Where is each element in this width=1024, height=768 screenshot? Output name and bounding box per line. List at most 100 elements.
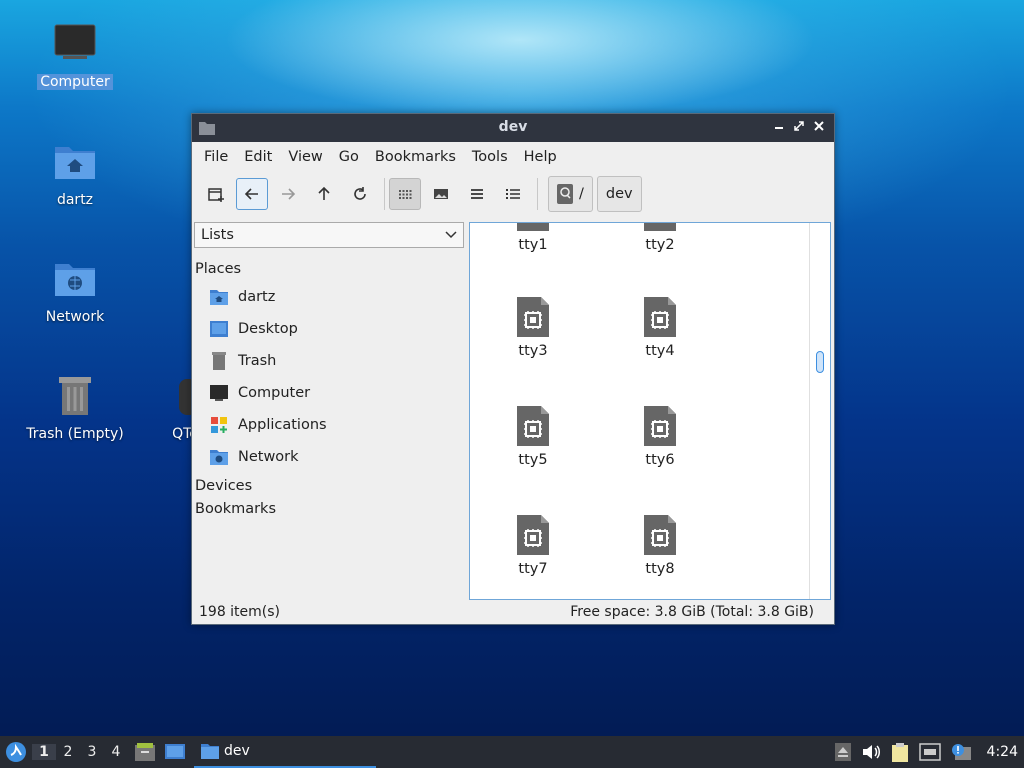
sidebar-item-label: Computer <box>238 385 311 401</box>
network-status-button[interactable] <box>918 743 941 761</box>
quicklaunch-desktop[interactable] <box>164 742 186 762</box>
drive-icon <box>557 184 573 204</box>
menu-bar: File Edit View Go Bookmarks Tools Help <box>192 142 834 172</box>
clock[interactable]: 4:24 <box>987 744 1018 760</box>
maximize-icon <box>794 121 804 131</box>
bookmarks-header[interactable]: Bookmarks <box>193 498 466 521</box>
folder-icon <box>201 744 219 759</box>
arrow-up-icon <box>318 186 330 200</box>
file-label: tty3 <box>518 343 548 359</box>
file-item[interactable]: tty2 <box>610 223 710 253</box>
device-file-icon <box>483 293 583 337</box>
reload-button[interactable] <box>344 178 376 210</box>
file-view[interactable]: tty1 tty2 tty3 tty4 tty5 tty6 tty7 tty8 <box>469 222 831 600</box>
notification-button[interactable] <box>951 743 973 761</box>
minimize-button[interactable] <box>770 119 788 137</box>
file-item[interactable]: tty3 <box>483 293 583 359</box>
file-label: tty4 <box>645 343 675 359</box>
scrollbar-thumb[interactable] <box>816 351 824 373</box>
window-title: dev <box>498 119 528 135</box>
network-folder-icon <box>20 253 130 303</box>
applications-icon <box>209 415 229 435</box>
sidebar-item-applications[interactable]: Applications <box>193 409 466 441</box>
home-folder-icon <box>20 136 130 186</box>
sidebar: Lists Places dartz Desktop Trash Compute… <box>193 222 466 521</box>
toolbar-separator <box>384 178 385 210</box>
device-file-icon <box>483 402 583 446</box>
clipboard-icon <box>891 743 908 762</box>
title-bar[interactable]: dev <box>192 114 834 142</box>
menu-tools[interactable]: Tools <box>464 149 516 165</box>
close-icon <box>814 121 824 131</box>
desktop-icon-trash[interactable]: Trash (Empty) <box>20 370 130 442</box>
menu-view[interactable]: View <box>280 149 330 165</box>
menu-bookmarks[interactable]: Bookmarks <box>367 149 464 165</box>
menu-go[interactable]: Go <box>331 149 367 165</box>
file-item[interactable]: tty8 <box>610 511 710 577</box>
file-item[interactable]: tty5 <box>483 402 583 468</box>
toolbar: / dev <box>192 172 834 216</box>
sidebar-item-home[interactable]: dartz <box>193 281 466 313</box>
device-file-icon <box>610 511 710 555</box>
devices-header[interactable]: Devices <box>193 475 466 498</box>
scrollbar-track[interactable] <box>809 223 810 599</box>
detailed-view-button[interactable] <box>497 178 529 210</box>
reload-icon <box>354 187 366 200</box>
up-button[interactable] <box>308 178 340 210</box>
detailed-list-icon <box>506 189 520 199</box>
device-file-icon <box>483 511 583 555</box>
menu-edit[interactable]: Edit <box>236 149 280 165</box>
arrow-right-icon <box>282 188 296 200</box>
icon-view-button[interactable] <box>389 178 421 210</box>
desktop-icon-network[interactable]: Network <box>20 253 130 325</box>
file-label: tty5 <box>518 452 548 468</box>
file-item[interactable]: tty7 <box>483 511 583 577</box>
item-count: 198 item(s) <box>199 604 281 620</box>
thumbnail-view-button[interactable] <box>425 178 457 210</box>
places-header[interactable]: Places <box>193 258 466 281</box>
close-button[interactable] <box>810 119 828 137</box>
file-item[interactable]: tty4 <box>610 293 710 359</box>
file-item[interactable]: tty1 <box>483 223 583 253</box>
device-file-icon <box>610 223 710 231</box>
image-icon <box>434 189 448 199</box>
start-menu-button[interactable] <box>0 736 32 768</box>
maximize-button[interactable] <box>790 119 808 137</box>
file-label: tty2 <box>645 237 675 253</box>
back-button[interactable] <box>236 178 268 210</box>
sidebar-item-desktop[interactable]: Desktop <box>193 313 466 345</box>
menu-help[interactable]: Help <box>516 149 565 165</box>
workspace-2[interactable]: 2 <box>56 744 80 760</box>
menu-file[interactable]: File <box>196 149 236 165</box>
breadcrumb-dev[interactable]: dev <box>596 176 642 212</box>
desktop-icon <box>209 319 229 339</box>
lubuntu-logo-icon <box>6 742 26 762</box>
file-label: tty1 <box>518 237 548 253</box>
device-file-icon <box>483 223 583 231</box>
volume-button[interactable] <box>861 743 881 761</box>
forward-button[interactable] <box>272 178 304 210</box>
arrow-left-icon <box>244 188 258 200</box>
clipboard-button[interactable] <box>891 742 909 762</box>
sidebar-item-network[interactable]: Network <box>193 441 466 473</box>
file-item[interactable]: tty6 <box>610 402 710 468</box>
sidebar-item-label: dartz <box>238 289 276 305</box>
sidebar-item-computer[interactable]: Computer <box>193 377 466 409</box>
workspace-3[interactable]: 3 <box>80 744 104 760</box>
desktop-icon-computer[interactable]: Computer <box>20 18 130 90</box>
sidebar-item-label: Network <box>238 449 299 465</box>
sidebar-view-select[interactable]: Lists <box>194 222 464 248</box>
quicklaunch-file-manager[interactable] <box>134 742 156 762</box>
trash-icon <box>20 370 130 420</box>
compact-list-icon <box>471 189 483 199</box>
workspace-4[interactable]: 4 <box>104 744 128 760</box>
new-tab-button[interactable] <box>200 178 232 210</box>
taskbar-task-dev[interactable]: dev <box>194 736 376 768</box>
sidebar-item-trash[interactable]: Trash <box>193 345 466 377</box>
file-label: tty6 <box>645 452 675 468</box>
workspace-1[interactable]: 1 <box>32 744 56 760</box>
desktop-icon-home[interactable]: dartz <box>20 136 130 208</box>
eject-button[interactable] <box>834 743 851 761</box>
breadcrumb-root[interactable]: / <box>548 176 593 212</box>
compact-view-button[interactable] <box>461 178 493 210</box>
